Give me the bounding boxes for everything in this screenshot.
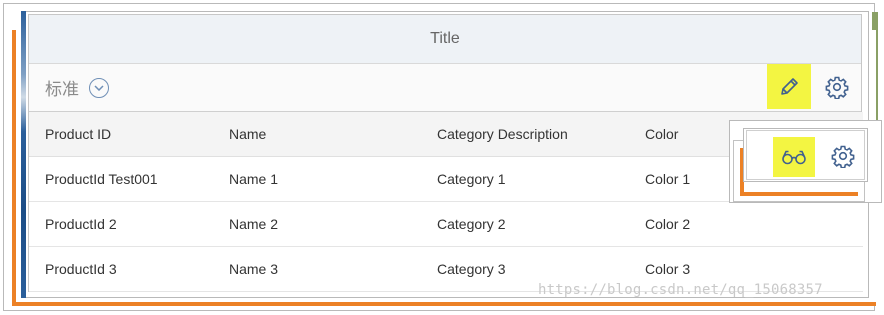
watermark-text: https://blog.csdn.net/qq_15068357 — [538, 282, 823, 298]
variant-selector[interactable]: 标准 — [45, 75, 109, 100]
cell-category: Category 1 — [437, 156, 645, 202]
chevron-down-icon[interactable] — [89, 77, 109, 98]
cell-name: Name 3 — [229, 246, 437, 292]
gear-icon — [825, 76, 849, 99]
table-row[interactable]: ProductId 2 Name 2 Category 2 Color 2 — [29, 201, 863, 247]
cell-name: Name 1 — [229, 156, 437, 202]
table-toolbar: 标准 — [29, 64, 861, 112]
glasses-icon — [782, 150, 806, 165]
variant-label: 标准 — [45, 80, 79, 99]
panel-title-bar: Title — [29, 15, 861, 64]
cell-color: Color 2 — [645, 201, 863, 247]
cell-product-id: ProductId 2 — [29, 201, 229, 247]
column-header-name[interactable]: Name — [229, 112, 437, 157]
cell-product-id: ProductId 3 — [29, 246, 229, 292]
display-button[interactable] — [773, 137, 815, 177]
pencil-icon — [781, 77, 798, 95]
overlay-settings-button[interactable] — [829, 142, 857, 170]
settings-button[interactable] — [815, 64, 859, 109]
column-header-category[interactable]: Category Description — [437, 112, 645, 157]
edit-button[interactable] — [767, 64, 811, 109]
frame-accent-strip — [21, 11, 26, 298]
cell-product-id: ProductId Test001 — [29, 156, 229, 202]
gear-icon — [831, 145, 855, 168]
cell-name: Name 2 — [229, 201, 437, 247]
cell-category: Category 2 — [437, 201, 645, 247]
column-header-product-id[interactable]: Product ID — [29, 112, 229, 157]
panel-title: Title — [430, 30, 460, 47]
